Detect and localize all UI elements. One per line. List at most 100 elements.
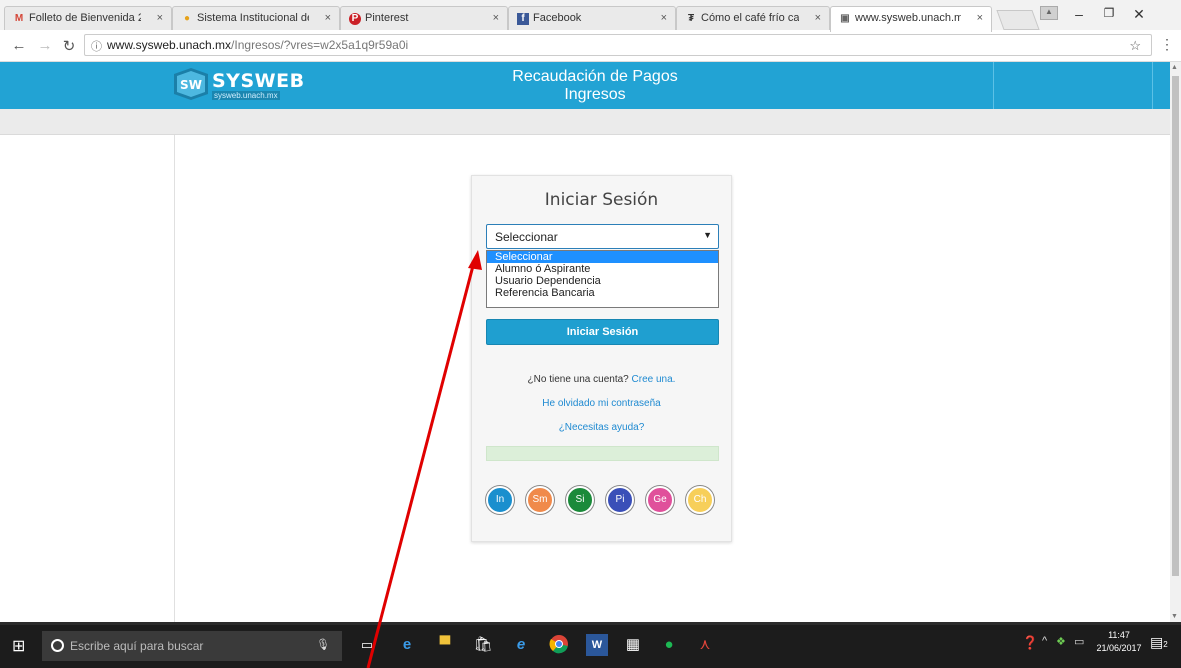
app-ge-button[interactable]: Ge xyxy=(646,486,674,514)
back-icon[interactable]: ← xyxy=(10,37,28,54)
login-card: Iniciar Sesión Seleccionar ▼ Seleccionar… xyxy=(471,175,732,542)
browser-toolbar: ← → ↻ ⓘ www.sysweb.unach.mx/Ingresos/?vr… xyxy=(0,30,1181,62)
new-tab-button[interactable] xyxy=(996,10,1040,30)
close-window-icon[interactable]: ✕ xyxy=(1124,6,1154,23)
spotify-icon[interactable]: ● xyxy=(658,634,680,656)
sub-navbar xyxy=(0,109,1170,135)
profile-icon[interactable]: ▲ xyxy=(1040,6,1058,20)
task-view-icon[interactable]: ▭ xyxy=(356,634,378,656)
url-host: www.sysweb.unach.mx xyxy=(107,38,232,52)
app-pi-button[interactable]: Pi xyxy=(606,486,634,514)
scrollbar-thumb[interactable] xyxy=(1172,76,1179,576)
help-link[interactable]: ¿Necesitas ayuda? xyxy=(472,422,731,433)
tab-gmail[interactable]: M Folleto de Bienvenida 2( × xyxy=(4,6,172,32)
login-title: Iniciar Sesión xyxy=(544,190,659,210)
calculator-icon[interactable]: ▦ xyxy=(622,634,644,656)
close-tab-icon[interactable]: × xyxy=(977,12,983,24)
header-divider xyxy=(993,62,994,109)
menu-kebab-icon[interactable]: ⋮ xyxy=(1160,36,1174,53)
url-path: /Ingresos/?vres=w2x5a1q9r59a0i xyxy=(231,38,409,52)
header-title-line2: Ingresos xyxy=(564,86,626,103)
minimize-icon[interactable]: – xyxy=(1064,6,1094,22)
app-si-button[interactable]: Si xyxy=(566,486,594,514)
page-header-title: Recaudación de Pagos Ingresos xyxy=(460,68,730,104)
notification-count: 2 xyxy=(1163,640,1168,649)
tab-title: Folleto de Bienvenida 2( xyxy=(29,12,141,24)
close-tab-icon[interactable]: × xyxy=(157,12,163,24)
forgot-password-link[interactable]: He olvidado mi contraseña xyxy=(472,398,731,409)
article-icon: ₮ xyxy=(687,13,695,24)
screen: M Folleto de Bienvenida 2( × ● Sistema I… xyxy=(0,0,1181,668)
bookmark-star-icon[interactable]: ☆ xyxy=(1129,38,1141,54)
word-icon[interactable]: W xyxy=(586,634,608,656)
sysweb-logo-mark: SW xyxy=(174,68,208,100)
edge-icon[interactable]: e xyxy=(396,634,418,656)
chrome-logo xyxy=(549,635,568,654)
select-value: Seleccionar xyxy=(495,230,558,244)
tab-pinterest[interactable]: P Pinterest × xyxy=(340,6,508,32)
action-center-icon[interactable]: ▤2 xyxy=(1150,634,1168,651)
login-button[interactable]: Iniciar Sesión xyxy=(486,319,719,345)
internet-explorer-icon[interactable]: e xyxy=(510,634,532,656)
forward-icon[interactable]: → xyxy=(36,37,54,54)
svg-text:SW: SW xyxy=(180,78,202,92)
tab-title: www.sysweb.unach.mx/ xyxy=(855,12,961,24)
search-placeholder: Escribe aquí para buscar xyxy=(70,639,204,653)
tab-sysweb[interactable]: ▣ www.sysweb.unach.mx/ × xyxy=(830,6,992,32)
system-clock[interactable]: 11:47 21/06/2017 xyxy=(1094,629,1144,655)
left-column-divider xyxy=(174,135,175,622)
file-explorer-icon[interactable]: ▀ xyxy=(434,634,456,656)
info-icon[interactable]: ⓘ xyxy=(91,38,102,54)
network-icon[interactable]: ▭ xyxy=(1074,635,1084,648)
option-alumno-aspirante[interactable]: Alumno ó Aspirante xyxy=(487,263,718,275)
page-icon: ▣ xyxy=(840,13,850,24)
tab-facebook[interactable]: f Facebook × xyxy=(508,6,676,32)
scroll-up-icon[interactable]: ▲ xyxy=(1171,64,1178,71)
status-bar xyxy=(486,446,719,461)
vertical-scrollbar[interactable]: ▲ ▼ xyxy=(1170,62,1181,622)
tab-sistema-institucional[interactable]: ● Sistema Institucional de × xyxy=(172,6,340,32)
close-tab-icon[interactable]: × xyxy=(325,12,331,24)
site-header: SW SYSWEB sysweb.unach.mx Recaudación de… xyxy=(0,62,1170,109)
facebook-icon: f xyxy=(517,13,529,25)
close-tab-icon[interactable]: × xyxy=(815,12,821,24)
user-type-dropdown-list: Seleccionar Alumno ó Aspirante Usuario D… xyxy=(486,250,719,308)
app-sm-button[interactable]: Sm xyxy=(526,486,554,514)
chrome-icon[interactable] xyxy=(548,634,570,656)
taskbar-edge xyxy=(0,622,1181,625)
app-in-button[interactable]: In xyxy=(486,486,514,514)
web-page: SW SYSWEB sysweb.unach.mx Recaudación de… xyxy=(0,62,1170,622)
sysweb-logo[interactable]: SW SYSWEB sysweb.unach.mx xyxy=(174,68,306,102)
pinterest-icon: P xyxy=(349,13,361,25)
store-icon[interactable]: 🛍 xyxy=(472,634,494,656)
dropbox-icon[interactable]: ❖ xyxy=(1056,635,1066,648)
cortana-icon xyxy=(51,639,64,652)
close-tab-icon[interactable]: × xyxy=(493,12,499,24)
windows-start-icon[interactable]: ⊞ xyxy=(12,636,25,656)
no-account-text: ¿No tiene una cuenta? xyxy=(527,374,629,385)
help-tray-icon[interactable]: ❓ xyxy=(1022,635,1038,651)
option-seleccionar[interactable]: Seleccionar xyxy=(487,251,718,263)
tab-cafe-frio[interactable]: ₮ Cómo el café frío cambi × xyxy=(676,6,830,32)
clock-time: 11:47 xyxy=(1108,630,1130,640)
address-bar[interactable]: ⓘ www.sysweb.unach.mx/Ingresos/?vres=w2x… xyxy=(84,34,1152,56)
option-referencia-bancaria[interactable]: Referencia Bancaria xyxy=(487,287,718,299)
microphone-icon[interactable]: 🎙 xyxy=(316,638,330,651)
logo-name: SYSWEB xyxy=(212,70,305,92)
restore-icon[interactable]: ❐ xyxy=(1094,6,1124,20)
close-tab-icon[interactable]: × xyxy=(661,12,667,24)
create-account-link[interactable]: Cree una. xyxy=(632,374,676,385)
acrobat-icon[interactable]: ⋏ xyxy=(694,634,716,656)
user-type-select[interactable]: Seleccionar ▼ xyxy=(486,224,719,249)
dropdown-caret-icon: ▼ xyxy=(703,230,712,240)
gmail-icon: M xyxy=(14,13,24,24)
show-hidden-icons-chevron[interactable]: ^ xyxy=(1042,635,1047,647)
header-title-line1: Recaudación de Pagos xyxy=(512,68,678,85)
option-usuario-dependencia[interactable]: Usuario Dependencia xyxy=(487,275,718,287)
taskbar-search-box[interactable]: Escribe aquí para buscar 🎙 xyxy=(42,631,342,661)
app-ch-button[interactable]: Ch xyxy=(686,486,714,514)
scroll-down-icon[interactable]: ▼ xyxy=(1171,613,1178,620)
institution-icon: ● xyxy=(183,13,191,24)
browser-tab-strip: M Folleto de Bienvenida 2( × ● Sistema I… xyxy=(0,0,1181,32)
reload-icon[interactable]: ↻ xyxy=(60,37,78,55)
